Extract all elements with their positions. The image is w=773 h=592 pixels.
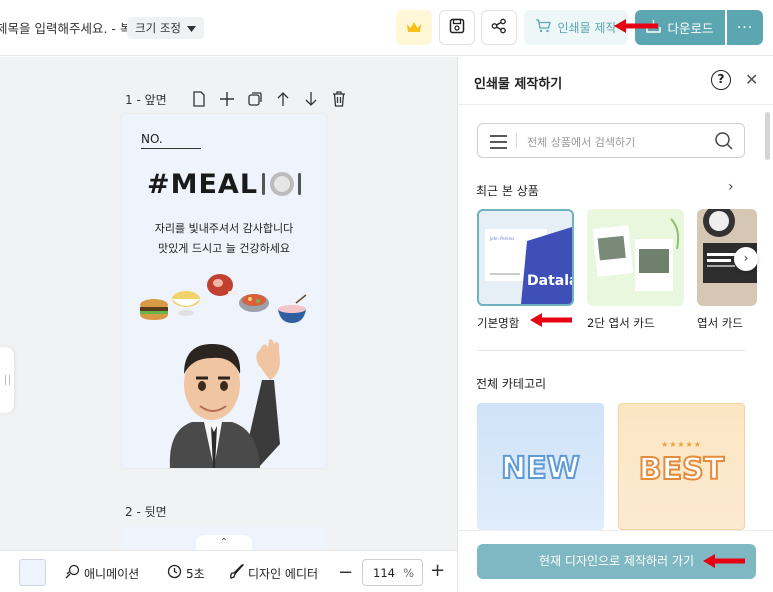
plate-cutlery-icon <box>262 172 301 196</box>
new-page-icon[interactable] <box>190 90 208 108</box>
search-separator <box>516 133 517 149</box>
all-categories-title: 전체 카테고리 <box>476 377 547 391</box>
save-icon <box>449 18 465 38</box>
zoom-value: 114 <box>373 566 395 580</box>
red-arrow-icon <box>614 19 658 33</box>
animation-icon <box>65 564 80 582</box>
share-icon <box>491 18 507 38</box>
design-editor-button[interactable]: 디자인 에디터 <box>229 564 318 582</box>
zoom-in-button[interactable]: + <box>430 560 445 581</box>
resize-label: 크기 조정 <box>135 21 181 35</box>
business-card-preview: John Perkins Datala <box>485 227 572 304</box>
move-down-icon[interactable] <box>302 90 320 108</box>
document-title[interactable]: 제목을 입력해주세요. - 복사 <box>0 18 143 37</box>
panel-title: 인쇄물 제작하기 <box>474 77 563 92</box>
category-label: NEW <box>500 450 581 487</box>
save-button[interactable] <box>439 10 475 45</box>
print-panel: 인쇄물 제작하기 ? ✕ 전체 상품에서 검색하기 최근 본 상품 › John… <box>457 57 773 592</box>
panel-divider <box>458 104 773 105</box>
section-divider <box>477 350 745 351</box>
help-icon[interactable]: ? <box>711 70 731 90</box>
trash-icon[interactable] <box>330 90 348 108</box>
design-page-front[interactable]: NO. #MEAL 자리를 빛내주셔서 감사합니다 맛있게 드시고 늘 건강하세… <box>122 114 326 468</box>
design-editor-label: 디자인 에디터 <box>248 566 319 581</box>
print-order-button[interactable]: 인쇄물 제작 <box>524 10 628 45</box>
category-tile-best[interactable]: ★★★★★ BEST <box>618 403 745 530</box>
red-arrow-icon <box>703 554 745 568</box>
avatar-illustration[interactable] <box>162 334 287 468</box>
share-button[interactable] <box>481 10 517 45</box>
star-rating-icon: ★★★★★ <box>661 440 702 449</box>
collapse-up-icon[interactable]: ⌃ <box>196 535 252 550</box>
crown-icon <box>406 18 422 37</box>
zoom-out-button[interactable]: − <box>338 562 353 583</box>
design-canvas[interactable]: 1 - 앞면 NO. #MEAL 자리를 빛내주셔서 감사합니다 맛있게 드시고… <box>0 57 457 550</box>
download-label: 다운로드 <box>667 21 714 36</box>
carousel-next-button[interactable]: › <box>734 247 758 271</box>
more-options-button[interactable]: ··· <box>727 10 763 45</box>
thumb-small-text: John Perkins <box>489 236 514 241</box>
background-color-swatch[interactable] <box>19 559 46 586</box>
panel-scrollbar[interactable] <box>765 112 770 160</box>
page-1-label: 1 - 앞면 <box>125 93 167 107</box>
product-label[interactable]: 기본명함 <box>477 315 519 331</box>
cart-icon <box>535 19 552 36</box>
product-thumb-2-fold-card[interactable] <box>587 209 684 306</box>
duration-button[interactable]: 5초 <box>167 564 205 582</box>
recent-products-title: 최근 본 상품 <box>476 184 539 198</box>
card-number-underline <box>141 148 201 149</box>
category-tile-new[interactable]: NEW <box>477 403 604 530</box>
animation-label: 애니메이션 <box>84 566 140 581</box>
bottom-toolbar: 애니메이션 5초 디자인 에디터 − 114 % + <box>0 550 457 592</box>
print-order-label: 인쇄물 제작 <box>557 21 617 35</box>
add-page-icon[interactable] <box>218 90 236 108</box>
red-arrow-icon <box>530 313 572 327</box>
category-label: BEST <box>638 451 725 488</box>
timer-icon <box>167 564 182 582</box>
product-label[interactable]: 엽서 카드 <box>697 315 743 331</box>
duplicate-page-icon[interactable] <box>246 90 264 108</box>
move-up-icon[interactable] <box>274 90 292 108</box>
caret-down-icon <box>186 21 196 35</box>
menu-icon[interactable] <box>490 134 507 153</box>
card-number-label[interactable]: NO. <box>141 132 163 146</box>
search-icon[interactable] <box>714 131 734 155</box>
brush-icon <box>229 564 245 582</box>
close-icon[interactable]: ✕ <box>745 70 758 89</box>
product-label[interactable]: 2단 엽서 카드 <box>587 315 655 331</box>
duration-label: 5초 <box>186 566 205 581</box>
zoom-input[interactable]: 114 % <box>362 559 423 586</box>
animation-button[interactable]: 애니메이션 <box>65 564 139 582</box>
food-illustrations[interactable] <box>136 269 312 325</box>
card-message-line-2[interactable]: 맛있게 드시고 늘 건강하세요 <box>122 240 326 256</box>
zoom-unit: % <box>403 566 414 580</box>
product-search-input[interactable]: 전체 상품에서 검색하기 <box>477 123 745 158</box>
chevron-right-icon[interactable]: › <box>728 179 734 195</box>
thumb-brand-text: Datala <box>527 273 572 289</box>
search-placeholder: 전체 상품에서 검색하기 <box>527 136 636 149</box>
page-2-label: 2 - 뒷면 <box>125 505 167 519</box>
resize-button[interactable]: 크기 조정 <box>127 17 204 39</box>
premium-button[interactable] <box>396 10 432 45</box>
left-panel-handle[interactable] <box>0 347 14 413</box>
card-message-line-1[interactable]: 자리를 빛내주셔서 감사합니다 <box>122 220 326 236</box>
top-bar: 제목을 입력해주세요. - 복사 크기 조정 인쇄물 제작 다운로드 ··· <box>0 0 773 56</box>
card-headline[interactable]: #MEAL <box>147 169 258 200</box>
product-thumb-business-card[interactable]: John Perkins Datala <box>477 209 574 306</box>
page-toolbar <box>190 90 348 108</box>
fold-card-preview <box>592 218 680 291</box>
